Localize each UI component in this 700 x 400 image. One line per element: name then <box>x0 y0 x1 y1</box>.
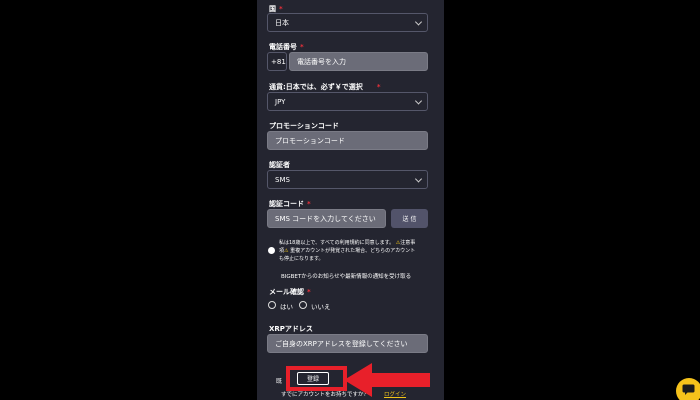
xrp-input[interactable]: ご自身のXRPアドレスを登録してください <box>267 334 428 353</box>
email-yes-radio[interactable] <box>268 301 276 309</box>
warning-icon: ⚠ <box>284 248 289 254</box>
terms-checkbox[interactable] <box>268 247 275 254</box>
verifier-label: 認証者 <box>269 161 290 169</box>
register-button[interactable]: 登録 <box>297 372 329 385</box>
code-label: 認証コード * <box>269 200 311 208</box>
email-no-radio[interactable] <box>299 301 307 309</box>
phone-label: 電話番号 * <box>269 43 304 51</box>
chevron-down-icon <box>414 96 423 105</box>
red-arrow-left-icon <box>344 363 430 397</box>
currency-value: JPY <box>275 97 286 106</box>
code-input[interactable]: SMS コードを入力してください <box>267 209 386 228</box>
chat-button[interactable] <box>676 378 700 400</box>
verifier-select[interactable]: SMS <box>267 170 428 189</box>
promo-input[interactable]: プロモーションコード <box>267 131 428 150</box>
email-no-label: いいえ <box>311 303 331 311</box>
verifier-value: SMS <box>275 175 290 184</box>
country-select[interactable]: 日本 <box>267 13 428 32</box>
phone-prefix: +81 <box>267 52 287 71</box>
terms-text: 私は18歳以上で、すべての利用規約に同意します。 ⚠注意事 項⚠ 重複アカウント… <box>279 240 416 262</box>
email-yes-label: はい <box>280 303 293 311</box>
promo-label: プロモーションコード <box>269 122 339 130</box>
currency-select[interactable]: JPY <box>267 92 428 111</box>
phone-input[interactable]: 電話番号を入力 <box>289 52 428 71</box>
newsletter-option[interactable]: BIGBETからのお知らせや最新情報の通知を受け取る <box>281 272 411 280</box>
country-value: 日本 <box>275 18 289 27</box>
xrp-label: XRPアドレス <box>269 325 313 333</box>
currency-label: 通貨:日本では、必ず￥で選択 * <box>269 83 381 91</box>
footer-left-char: 既 <box>276 378 283 385</box>
chevron-down-icon <box>414 174 423 183</box>
chat-icon <box>682 384 695 395</box>
send-code-button[interactable]: 送 信 <box>391 209 428 228</box>
registration-form-panel: 国 * 日本 電話番号 * +81 電話番号を入力 通貨:日本では、必ず￥で選択 * … <box>257 0 444 400</box>
chevron-down-icon <box>414 17 423 26</box>
email-consent-label: メール確認 * <box>269 288 311 296</box>
